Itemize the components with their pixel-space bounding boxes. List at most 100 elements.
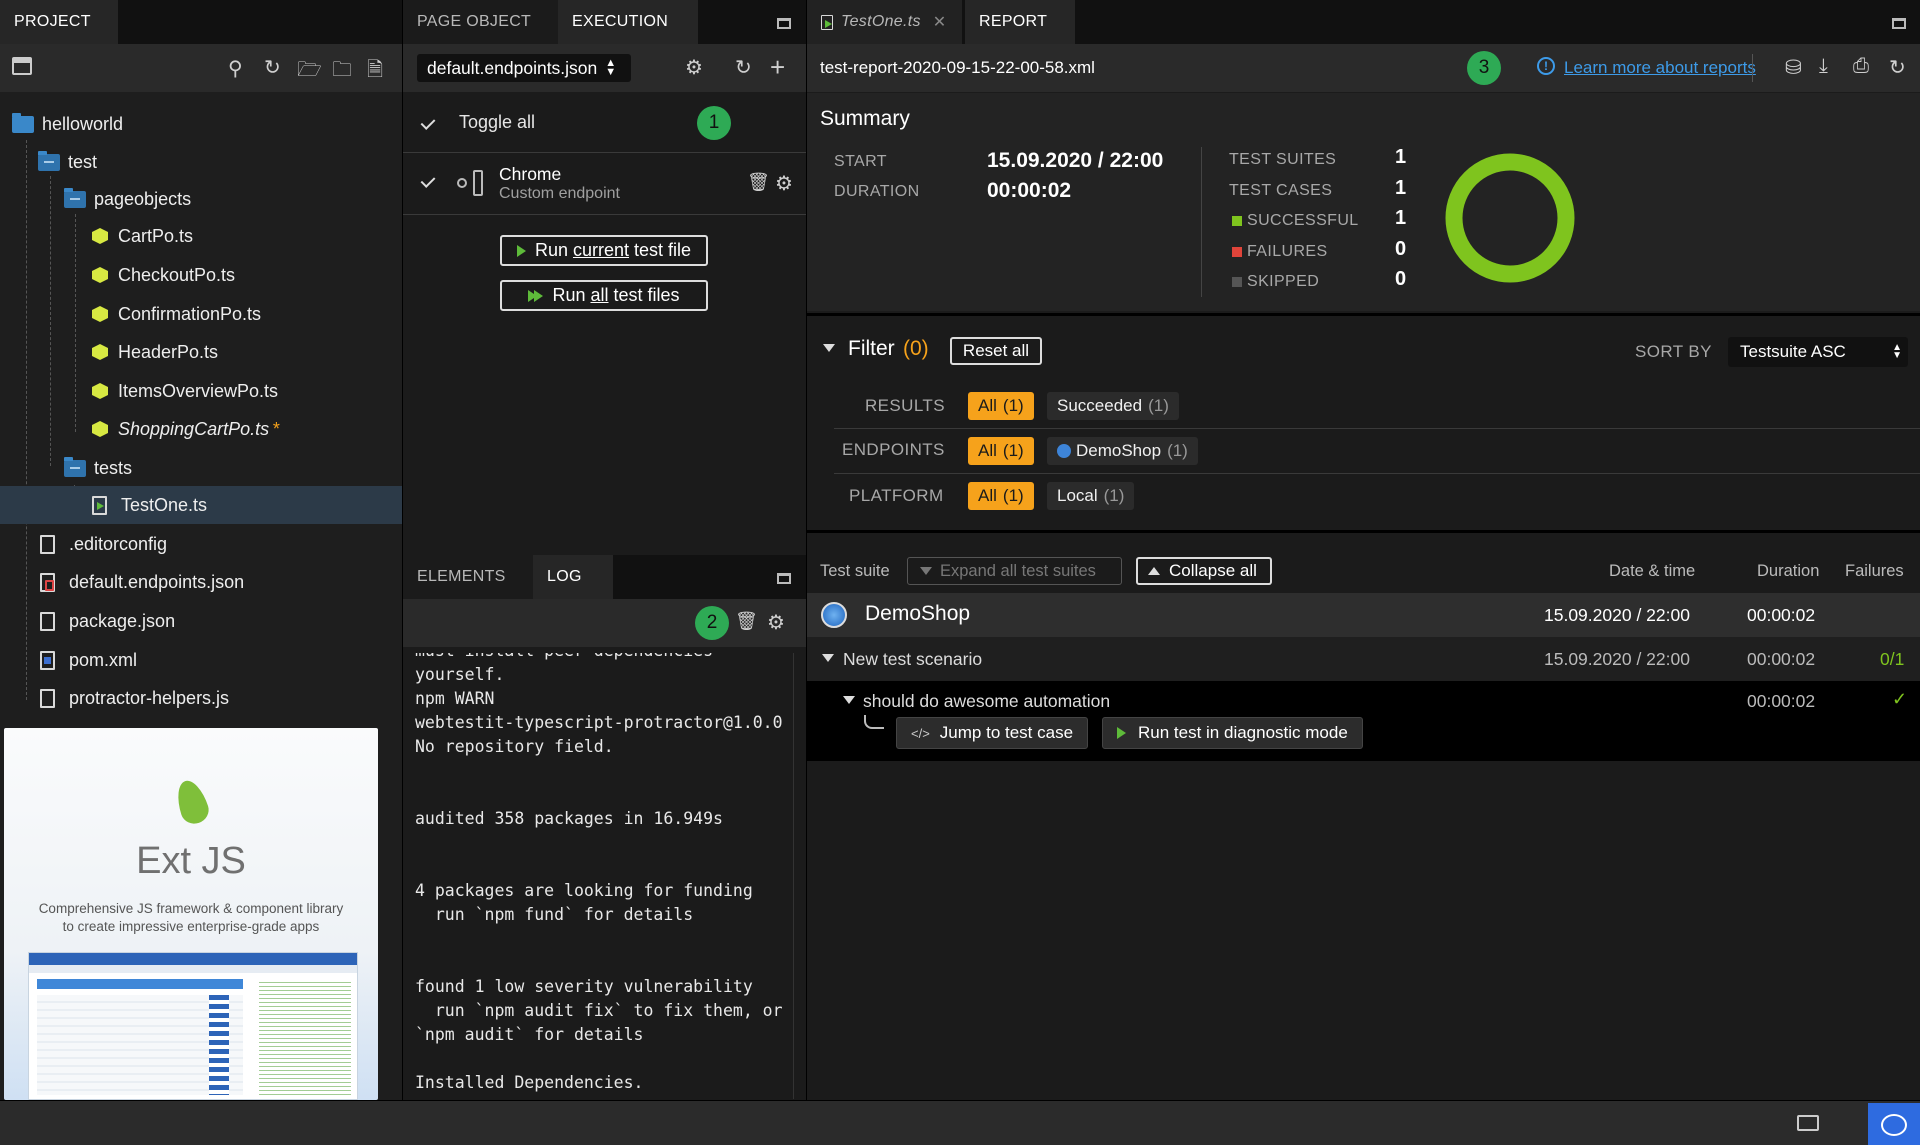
- jump-to-test-case-button[interactable]: </> Jump to test case: [896, 717, 1089, 749]
- tree-label: default.endpoints.json: [69, 571, 245, 592]
- tab-log[interactable]: LOG: [533, 555, 613, 599]
- tab-elements[interactable]: ELEMENTS: [403, 555, 533, 599]
- maximize-icon[interactable]: [777, 573, 791, 584]
- endpoint-row-chrome[interactable]: Chrome Custom endpoint 🗑 ⚙: [421, 162, 801, 212]
- tree-item-pom-xml[interactable]: pom.xml: [40, 642, 137, 678]
- maximize-icon[interactable]: [777, 18, 791, 29]
- gear-icon[interactable]: ⚙: [775, 171, 793, 196]
- run-all-test-files-button[interactable]: Run all test files: [500, 280, 708, 311]
- results-all-chip[interactable]: All (1): [968, 392, 1034, 420]
- tree-item-checkoutpo[interactable]: CheckoutPo.ts: [92, 257, 235, 293]
- tree-label: pom.xml: [69, 649, 138, 670]
- database-icon[interactable]: ⛁: [1785, 55, 1802, 80]
- tab-execution[interactable]: EXECUTION: [558, 0, 698, 44]
- new-file-icon[interactable]: 🗎: [367, 55, 383, 89]
- tree-guide: [50, 176, 51, 466]
- testcase-row[interactable]: should do awesome automation 00:00:02 ✓ …: [807, 681, 1920, 761]
- stat-value: 0: [1395, 268, 1407, 290]
- trash-icon[interactable]: 🗑: [747, 172, 770, 193]
- log-toolbar: 2 🗑 ⚙: [403, 599, 806, 647]
- scenario-collapse-icon[interactable]: [822, 654, 834, 662]
- platform-all-chip[interactable]: All (1): [968, 482, 1034, 510]
- collapse-all-button[interactable]: Collapse all: [1136, 557, 1272, 585]
- gear-icon[interactable]: ⚙: [685, 55, 703, 80]
- download-icon[interactable]: ⤓: [1819, 55, 1828, 78]
- tree-item-testone[interactable]: TestOne.ts: [92, 487, 207, 523]
- tree-item-endpoints-json[interactable]: default.endpoints.json: [40, 564, 244, 600]
- close-tab-icon[interactable]: ✕: [933, 12, 947, 32]
- upload-icon[interactable]: [1797, 1115, 1819, 1131]
- tree-guide: [75, 214, 76, 432]
- endpoints-demoshop-chip[interactable]: DemoShop (1): [1047, 437, 1198, 465]
- chip-count: (1): [1002, 396, 1024, 415]
- chat-feedback-icon[interactable]: [1868, 1103, 1920, 1145]
- print-icon[interactable]: ⎙: [1853, 55, 1869, 78]
- tree-item-shoppingcartpo[interactable]: ShoppingCartPo.ts *: [92, 411, 279, 447]
- tab-project[interactable]: PROJECT: [0, 0, 118, 44]
- testcase-collapse-icon[interactable]: [843, 696, 855, 704]
- page-object-icon: [92, 421, 108, 437]
- tree-item-itemsoverviewpo[interactable]: ItemsOverviewPo.ts: [92, 373, 278, 409]
- toggle-all-row[interactable]: Toggle all: [421, 112, 535, 133]
- tree-item-editorconfig[interactable]: .editorconfig: [40, 526, 167, 562]
- testcase-duration: 00:00:02: [1747, 691, 1816, 711]
- stat-value: 1: [1395, 146, 1407, 168]
- tab-page-object[interactable]: PAGE OBJECT: [403, 0, 558, 44]
- stat-label: FAILURES: [1247, 242, 1328, 260]
- run-diagnostic-mode-button[interactable]: Run test in diagnostic mode: [1102, 717, 1363, 749]
- tree-item-test[interactable]: test: [38, 144, 97, 180]
- file-icon: [40, 534, 55, 554]
- new-folder-icon[interactable]: 🗀: [332, 55, 352, 89]
- tree-item-protractor-helpers[interactable]: protractor-helpers.js: [40, 680, 229, 716]
- tab-testone[interactable]: TestOne.ts ✕: [807, 0, 962, 44]
- filter-collapse-icon[interactable]: [823, 344, 835, 352]
- tree-item-tests[interactable]: tests: [64, 450, 132, 486]
- endpoints-all-chip[interactable]: All (1): [968, 437, 1034, 465]
- reset-all-label: Reset all: [962, 341, 1030, 360]
- scenario-row[interactable]: New test scenario 15.09.2020 / 22:00 00:…: [807, 637, 1920, 681]
- tree-item-helloworld[interactable]: helloworld: [12, 106, 123, 142]
- refresh-icon[interactable]: ↻: [735, 55, 752, 80]
- tree-item-package-json[interactable]: package.json: [40, 603, 175, 639]
- tree-item-pageobjects[interactable]: pageobjects: [64, 181, 191, 217]
- collapse-all-label: Collapse all: [1169, 561, 1257, 580]
- refresh-icon[interactable]: ↻: [1889, 55, 1906, 80]
- platform-local-chip[interactable]: Local (1): [1047, 482, 1135, 510]
- tree-item-cartpo[interactable]: CartPo.ts: [92, 218, 193, 254]
- extjs-leaf-logo: [170, 776, 214, 840]
- suite-row[interactable]: DemoShop 15.09.2020 / 22:00 00:00:02: [807, 593, 1920, 637]
- col-test-suite: Test suite: [820, 562, 890, 580]
- log-scrollbar[interactable]: [793, 653, 794, 1099]
- collapse-tree-icon[interactable]: [12, 57, 32, 75]
- endpoints-select[interactable]: default.endpoints.json ▲ ▼: [417, 54, 631, 82]
- report-filename: test-report-2020-09-15-22-00-58.xml: [820, 58, 1095, 77]
- project-tabbar: PROJECT: [0, 0, 402, 44]
- log-panel: ELEMENTS LOG 2 🗑 ⚙ must install peer dep…: [403, 555, 806, 1100]
- sort-by-select[interactable]: Testsuite ASC ▲ ▼: [1728, 337, 1908, 367]
- folder-open-icon: [38, 150, 60, 171]
- search-icon[interactable]: ⚲: [228, 56, 243, 81]
- results-label: RESULTS: [865, 396, 945, 415]
- expand-all-button[interactable]: Expand all test suites: [907, 557, 1122, 585]
- tree-item-headerpo[interactable]: HeaderPo.ts: [92, 334, 218, 370]
- refresh-icon[interactable]: ↻: [264, 55, 281, 80]
- open-folder-icon[interactable]: 🗁: [297, 55, 322, 89]
- legend-square: [1232, 246, 1242, 257]
- add-icon[interactable]: +: [770, 52, 785, 83]
- results-succeeded-chip[interactable]: Succeeded (1): [1047, 392, 1179, 420]
- extjs-ad[interactable]: Ext JS Comprehensive JS framework & comp…: [4, 728, 378, 1100]
- toggle-all-checkbox[interactable]: [421, 116, 437, 130]
- gear-icon[interactable]: ⚙: [767, 610, 785, 635]
- run-current-test-file-button[interactable]: Run current test file: [500, 235, 708, 266]
- tree-item-confirmationpo[interactable]: ConfirmationPo.ts: [92, 296, 261, 332]
- filter-count: (0): [903, 337, 929, 360]
- tree-label: protractor-helpers.js: [69, 687, 230, 708]
- test-file-icon: [92, 495, 107, 515]
- learn-more-link[interactable]: Learn more about reports: [1564, 58, 1756, 78]
- maximize-icon[interactable]: [1892, 18, 1906, 29]
- page-object-icon: [92, 228, 108, 244]
- legend-square: [1232, 277, 1242, 287]
- reset-all-button[interactable]: Reset all: [950, 337, 1042, 365]
- trash-icon[interactable]: 🗑: [735, 611, 758, 632]
- tab-report[interactable]: REPORT: [965, 0, 1075, 44]
